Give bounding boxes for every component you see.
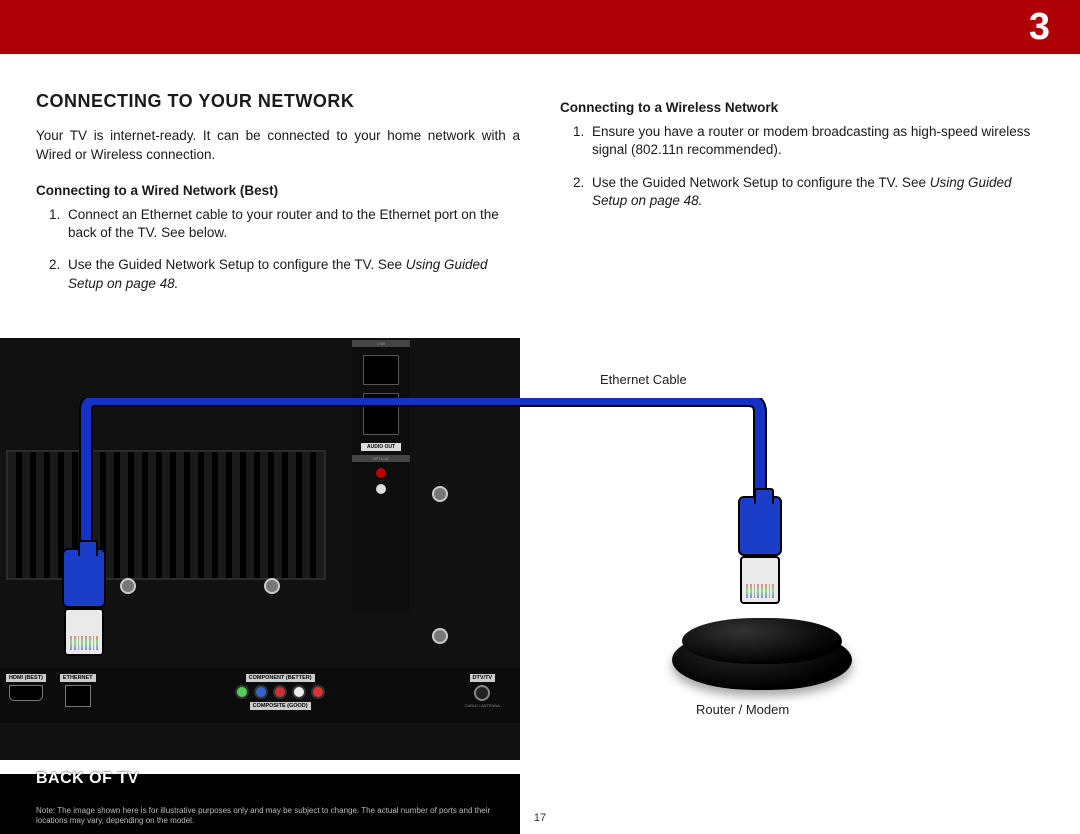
hdmi-label: HDMI (BEST) [6,674,46,682]
hdmi-group: HDMI (BEST) [6,674,46,701]
ethernet-group: ETHERNET [60,674,96,707]
wireless-step-2: Use the Guided Network Setup to configur… [588,174,1044,210]
composite-label: COMPOSITE (GOOD) [250,702,311,710]
router-label: Router / Modem [696,702,789,717]
audio-jack-red [376,468,386,478]
right-column: Connecting to a Wireless Network Ensure … [560,89,1044,307]
side-port-strip: USB AUDIO OUT OPTICAL [352,340,410,610]
rca-pb [254,685,268,699]
rca-pr [273,685,287,699]
tv-vent-grille [6,450,326,580]
connection-diagram: USB AUDIO OUT OPTICAL HDMI (BEST) ETHERN… [0,338,1080,828]
wired-step-2-text: Use the Guided Network Setup to configur… [68,257,406,272]
screw-icon [432,628,448,644]
dtv-group: DTV/TV CABLE / ANTENNA [465,674,500,708]
component-label: COMPONENT (BETTER) [246,674,315,682]
rj45-plug-router [738,496,782,604]
ethernet-port [65,685,91,707]
router-device [672,618,852,692]
rca-r [311,685,325,699]
usb-label: USB [352,340,410,347]
rj45-plug-tv [62,548,106,656]
ethernet-label: ETHERNET [60,674,96,682]
coax-port [474,685,490,701]
ethernet-cable-label: Ethernet Cable [600,372,687,387]
audio-out-label: AUDIO OUT [361,443,401,451]
wired-step-2: Use the Guided Network Setup to configur… [64,256,520,292]
left-column: CONNECTING TO YOUR NETWORK Your TV is in… [36,89,520,307]
hdmi-side-port [363,393,399,435]
screw-icon [432,486,448,502]
content-columns: CONNECTING TO YOUR NETWORK Your TV is in… [0,54,1080,307]
wired-step-1: Connect an Ethernet cable to your router… [64,206,520,242]
diagram-note: Note: The image shown here is for illust… [36,806,506,826]
screw-icon [120,578,136,594]
bottom-port-row: HDMI (BEST) ETHERNET COMPONENT (BETTER) [0,668,520,723]
rca-y [235,685,249,699]
intro-text: Your TV is internet-ready. It can be con… [36,127,520,163]
screw-icon [264,578,280,594]
page-number: 3 [1029,6,1050,49]
optical-label: OPTICAL [352,455,410,462]
header-bar: 3 [0,0,1080,54]
component-rca-row [235,685,325,699]
component-group: COMPONENT (BETTER) COMPOSITE (GOOD) [110,674,451,713]
usb-port [363,355,399,385]
wireless-steps: Ensure you have a router or modem broadc… [560,123,1044,210]
wireless-step-1: Ensure you have a router or modem broadc… [588,123,1044,159]
coax-label: CABLE / ANTENNA [465,703,500,708]
audio-jack-white [376,484,386,494]
wireless-heading: Connecting to a Wireless Network [560,99,1044,117]
hdmi-port [9,685,43,701]
page-footer-number: 17 [534,812,546,824]
wireless-step-2-text: Use the Guided Network Setup to configur… [592,175,930,190]
dtv-label: DTV/TV [470,674,496,682]
section-title: CONNECTING TO YOUR NETWORK [36,89,520,113]
back-of-tv-label: BACK OF TV [36,770,139,788]
rca-l [292,685,306,699]
wired-steps: Connect an Ethernet cable to your router… [36,206,520,293]
wired-heading: Connecting to a Wired Network (Best) [36,182,520,200]
